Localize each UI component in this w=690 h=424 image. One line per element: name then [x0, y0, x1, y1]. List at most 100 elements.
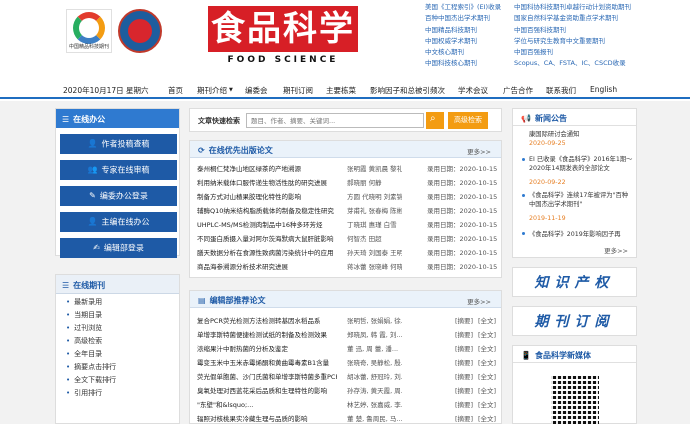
online-journal-header: ☰ 在线期刊 [56, 275, 179, 294]
priority-more-link[interactable]: 更多>> [467, 146, 491, 156]
refresh-icon: ⟳ [198, 146, 205, 155]
news-item[interactable]: EI 已收录《食品科学》2016年1期～2020年14期发表的全部论文 [529, 155, 634, 173]
fulltext-link[interactable]: [全文] [478, 343, 496, 353]
honor-link[interactable]: 中国权威学术期刊 [425, 36, 501, 47]
fulltext-link[interactable]: [全文] [478, 329, 496, 339]
paper-authors: 孙存涛, 黄天霞, 周... [347, 387, 402, 395]
megaphone-icon: 📢 [521, 114, 531, 123]
honor-link[interactable]: 国家自然科学基金资助重点学术期刊 [514, 13, 631, 24]
nav-item-editorial-board[interactable]: 编委会 [245, 85, 268, 96]
paper-title[interactable]: 复合PCR荧光检测方法检测转基因水稻品系 [197, 315, 337, 325]
priority-papers-panel: ⟳ 在线优先出版论文 更多>> 泰州桐仁梵净山地区绿茶的产地溯源 张明霞 黄凯晨 黎… [189, 140, 502, 278]
paper-authors: 张明哲, 张娟娟, 徐... [347, 317, 402, 325]
journal-link-latest[interactable]: 最新录用 [66, 297, 179, 307]
news-header: 📢 新闻公告 [513, 109, 636, 126]
advanced-search-button[interactable]: 高级检索 [448, 112, 488, 129]
paper-authors: 张晓奇, 吴静松, 殷... [347, 359, 402, 367]
honor-link[interactable]: 学位与研究生教育中文重要期刊 [514, 36, 631, 47]
nav-item-impact-factor[interactable]: 影响因子和总被引频次 [370, 85, 445, 96]
news-item[interactable]: 《食品科学》2019年影响因子再 [529, 229, 634, 238]
brand-title-en: FOOD SCIENCE [227, 55, 339, 65]
paper-title[interactable]: 辐照对核桃果实冷藏生理与品质的影响 [197, 413, 337, 423]
paper-title[interactable]: 单增李斯特菌便捷检测试纸的制备及检测效果 [197, 329, 337, 339]
nav-item-subscribe[interactable]: 期刊订阅 [283, 85, 313, 96]
bullet-icon [522, 194, 525, 197]
paper-title[interactable]: 利用纳米载体口服传递生物活性肽的研究进展 [197, 177, 337, 187]
paper-title[interactable]: 制备方式对山楂果胶理化特性的影响 [197, 191, 337, 201]
honor-link[interactable]: 中国科技核心期刊 [425, 58, 501, 69]
fulltext-link[interactable]: [全文] [478, 371, 496, 381]
author-submission-button[interactable]: 👤 作者投稿查稿 [60, 134, 177, 154]
search-button[interactable]: ⌕ [426, 112, 444, 129]
office-login-button[interactable]: ✍ 编辑部登录 [60, 238, 177, 258]
paper-title[interactable]: 泰州桐仁梵净山地区绿茶的产地溯源 [197, 163, 337, 173]
online-journal-panel: ☰在线期刊 最新录用 当期目录 过刊浏览 高级检索 全年目录 摘要点击排行 全文… [55, 274, 180, 424]
fulltext-link[interactable]: [全文] [478, 385, 496, 395]
journal-link-citation-rank[interactable]: 引用排行 [66, 388, 179, 398]
doc-icon: ▤ [198, 296, 206, 305]
paper-title[interactable]: 荧光假单胞菌、沙门氏菌和单增李斯特菌多重PCR [197, 371, 337, 381]
nav-item-home[interactable]: 首页 [168, 85, 183, 96]
subscribe-banner[interactable]: 期刊订阅 [512, 306, 637, 336]
paper-title[interactable]: UHPLC-MS/MS检测肉制品中16种多环芳烃 [197, 219, 337, 229]
abstract-link[interactable]: [摘要] [455, 385, 473, 395]
accept-date: 录用日期：2020-10-15 [427, 179, 498, 187]
copyright-banner[interactable]: 知识产权 [512, 267, 637, 297]
nav-item-main-columns[interactable]: 主要栋菜 [326, 85, 356, 96]
paper-title[interactable]: 霉变玉米中玉米赤霉烯酮和黄曲霉毒素B1含量 [197, 357, 337, 367]
journal-link-annual-index[interactable]: 全年目录 [66, 349, 179, 359]
honor-link[interactable]: 中国科协科技期刊卓越行动计划资助期刊 [514, 2, 631, 13]
journal-link-archive[interactable]: 过刊浏览 [66, 323, 179, 333]
abstract-link[interactable]: [摘要] [455, 371, 473, 381]
fulltext-link[interactable]: [全文] [478, 315, 496, 325]
news-item[interactable]: 康国际研讨会通知 [529, 129, 634, 138]
brand-logo[interactable]: 食品科学 [208, 6, 358, 52]
abstract-link[interactable]: [摘要] [455, 413, 473, 423]
abstract-link[interactable]: [摘要] [455, 399, 473, 409]
search-input[interactable] [246, 113, 424, 128]
editor-login-button[interactable]: ✎ 编委办公登录 [60, 186, 177, 206]
abstract-link[interactable]: [摘要] [455, 357, 473, 367]
fulltext-link[interactable]: [全文] [478, 399, 496, 409]
honor-link[interactable]: 中文核心期刊 [425, 47, 501, 58]
paper-authors: 孙天琦 刘国泰 王明 [347, 249, 402, 257]
news-more-link[interactable]: 更多>> [604, 245, 628, 255]
nav-item-journal-intro[interactable]: 期刊介绍 [197, 85, 227, 96]
chief-editor-button[interactable]: 👤 主编在线办公 [60, 212, 177, 232]
fulltext-link[interactable]: [全文] [478, 413, 496, 423]
journal-link-current[interactable]: 当期目录 [66, 310, 179, 320]
nav-item-contact[interactable]: 联系我们 [546, 85, 576, 96]
expert-review-button[interactable]: 👥 专家在线审稿 [60, 160, 177, 180]
abstract-link[interactable]: [摘要] [455, 329, 473, 339]
abstract-link[interactable]: [摘要] [455, 343, 473, 353]
paper-authors: 何智杰 田超 [347, 235, 382, 243]
paper-title[interactable]: 膳天数据分析在食源性致病菌污染统计中的应用 [197, 247, 337, 257]
paper-title[interactable]: 不同蛋白质摄入量对阿尔茨海默病大鼠肝脏影响 [197, 233, 337, 243]
fulltext-link[interactable]: [全文] [478, 357, 496, 367]
honor-link[interactable]: 中国百强报刊 [514, 47, 631, 58]
paper-title[interactable]: "东壁"和&lsquo;... [197, 399, 337, 409]
accept-date: 录用日期：2020-10-15 [427, 249, 498, 257]
recommend-more-link[interactable]: 更多>> [467, 296, 491, 306]
paper-title[interactable]: 臭氧处理对西蓝花采后品质和生理特性的影响 [197, 385, 337, 395]
abstract-link[interactable]: [摘要] [455, 315, 473, 325]
nav-item-advertising[interactable]: 广告合作 [503, 85, 533, 96]
honor-link[interactable]: 中国精品科技期刊 [425, 25, 501, 36]
honor-link[interactable]: 美国《工程索引》(EI)收录 [425, 2, 501, 13]
paper-title[interactable]: 浓缩果汁中耐热菌的分析及鉴定 [197, 343, 337, 353]
nav-item-english[interactable]: English [590, 85, 617, 94]
paper-authors: 蒋冰蕾 张晓峰 何晓 [347, 263, 402, 271]
news-item[interactable]: 《食品科学》连续17年被评为"百种中国杰出学术期刊" [529, 191, 634, 209]
nav-item-conferences[interactable]: 学术会议 [458, 85, 488, 96]
journal-link-advanced-search[interactable]: 高级检索 [66, 336, 179, 346]
online-office-header: ☰ 在线办公 [56, 109, 179, 128]
honor-link[interactable]: 中国百强科技期刊 [514, 25, 631, 36]
paper-title[interactable]: 辅酶Q10纳米结构脂质载体的制备及稳定性研究 [197, 205, 337, 215]
journal-link-download-rank[interactable]: 全文下载排行 [66, 375, 179, 385]
news-date: 2020-09-22 [529, 179, 566, 186]
paper-authors: 董 迅, 周 蕾, 潘... [347, 345, 399, 353]
paper-title[interactable]: 商品海参溯源分析技术研究进展 [197, 261, 337, 271]
honor-link[interactable]: Scopus、CA、FSTA、IC、CSCD收录 [514, 58, 631, 69]
journal-link-abstract-rank[interactable]: 摘要点击排行 [66, 362, 179, 372]
honor-link[interactable]: 百种中国杰出学术期刊 [425, 13, 501, 24]
